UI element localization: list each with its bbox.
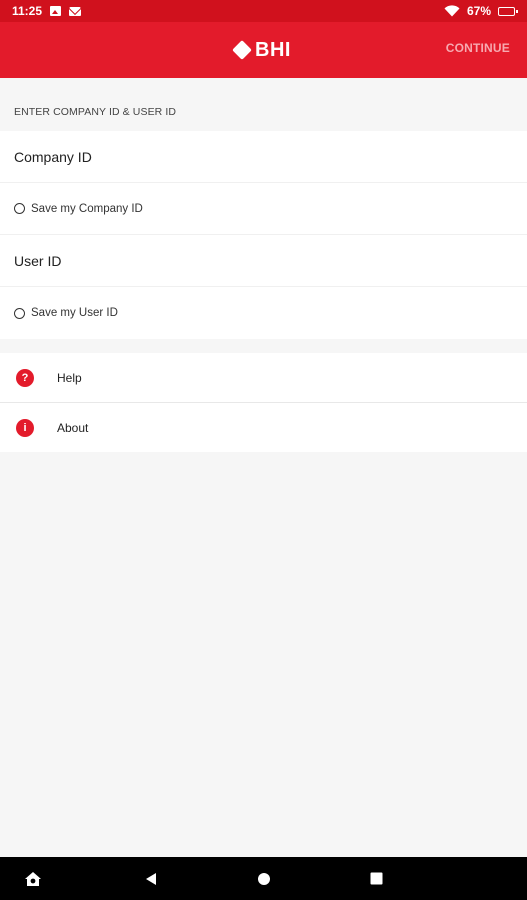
wifi-icon: [444, 5, 460, 17]
menu-item-help[interactable]: ? Help: [0, 353, 527, 403]
diamond-logo-icon: [232, 40, 252, 60]
continue-button[interactable]: CONTINUE: [446, 41, 510, 55]
section-title: ENTER COMPANY ID & USER ID: [14, 106, 177, 118]
system-nav-bar: [0, 857, 527, 900]
menu-item-label: About: [57, 420, 89, 435]
home-icon[interactable]: [254, 857, 274, 900]
user-id-placeholder: User ID: [14, 252, 62, 269]
image-icon: [50, 6, 62, 16]
info-icon: i: [16, 418, 34, 437]
save-company-id-toggle[interactable]: Save my Company ID: [0, 183, 527, 235]
save-company-id-label: Save my Company ID: [31, 202, 143, 215]
status-bar: 11:25 67%: [0, 0, 527, 22]
screen: 11:25 67% BHI CONTINUE ENTER COMPANY ID …: [0, 0, 527, 900]
app-bar: BHI CONTINUE: [0, 22, 527, 78]
battery-percent: 67%: [466, 4, 491, 18]
company-id-placeholder: Company ID: [14, 148, 92, 165]
radio-circle-icon[interactable]: [14, 203, 25, 214]
status-time: 11:25: [12, 4, 43, 18]
help-icon: ?: [16, 368, 34, 387]
back-icon[interactable]: [141, 857, 161, 900]
menu-item-about[interactable]: i About: [0, 403, 527, 452]
battery-icon: [498, 6, 518, 16]
bhi-logo: BHI: [232, 38, 291, 62]
user-id-field[interactable]: User ID: [0, 235, 527, 287]
login-form: Company ID Save my Company ID User ID Sa…: [0, 131, 527, 339]
recents-icon[interactable]: [366, 857, 386, 900]
save-user-id-toggle[interactable]: Save my User ID: [0, 287, 527, 339]
mail-icon: [69, 6, 82, 16]
menu-item-label: Help: [57, 370, 82, 385]
logo-text: BHI: [255, 38, 291, 61]
save-user-id-label: Save my User ID: [31, 307, 118, 319]
menu-list: ? Help i About: [0, 353, 527, 452]
home-assistant-icon[interactable]: [20, 857, 46, 900]
radio-circle-icon[interactable]: [14, 307, 25, 319]
company-id-field[interactable]: Company ID: [0, 131, 527, 183]
